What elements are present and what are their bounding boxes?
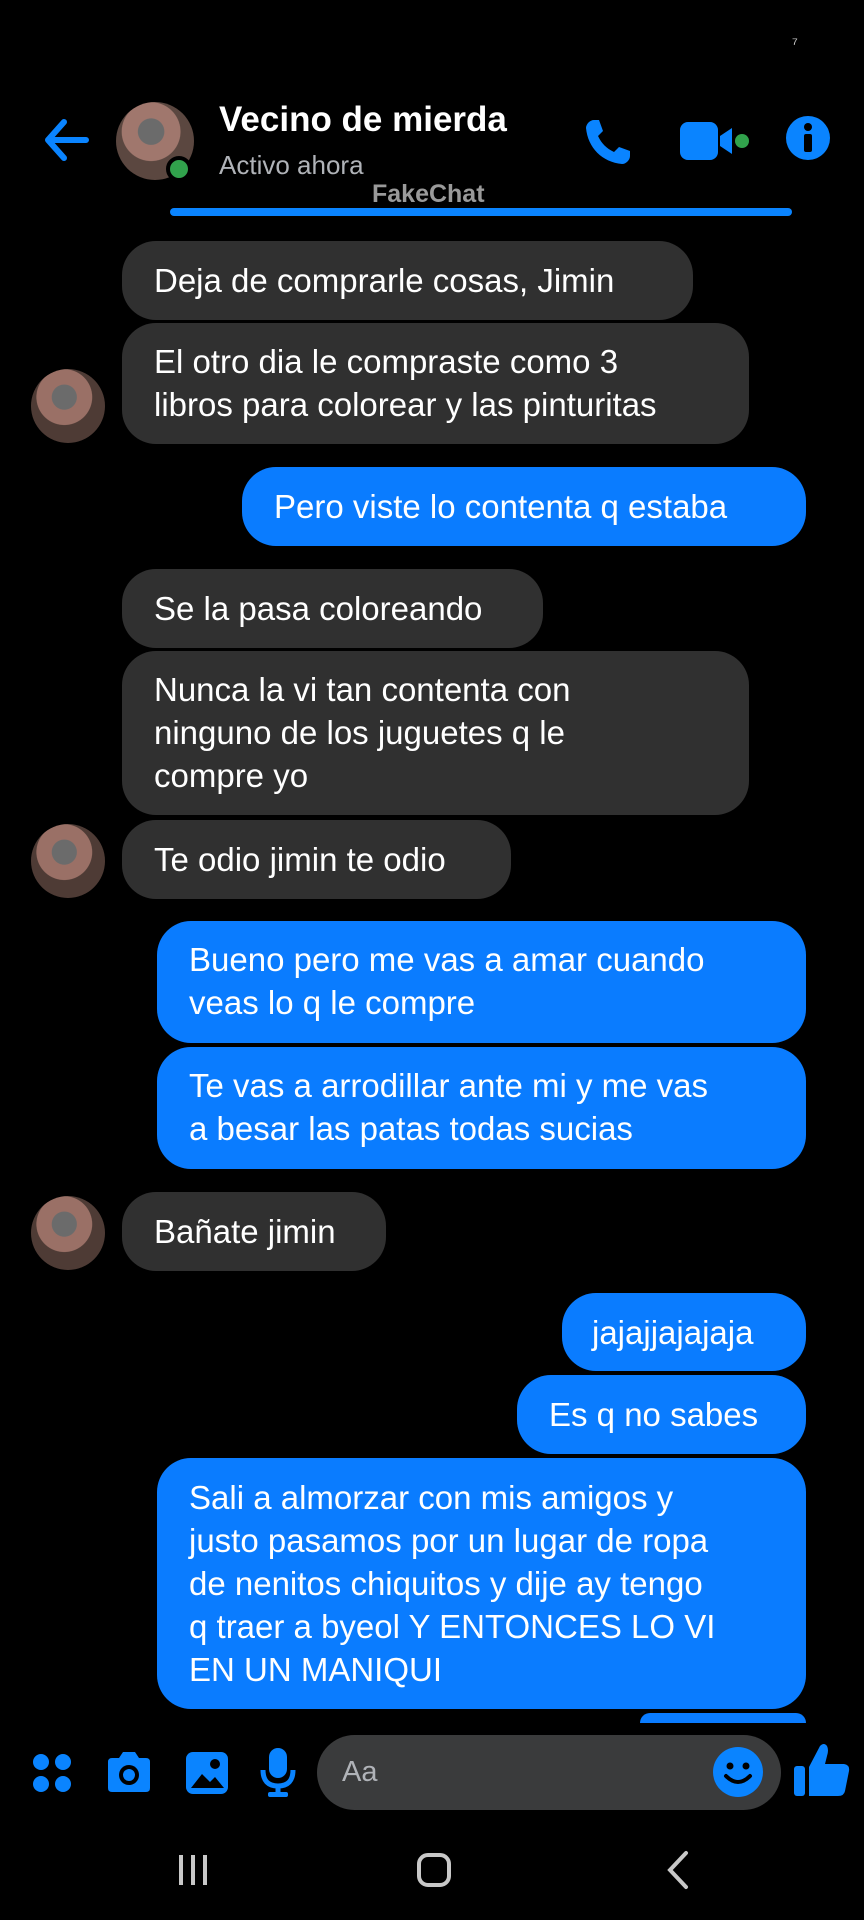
back-nav-icon[interactable] xyxy=(664,1850,692,1890)
sender-avatar[interactable] xyxy=(31,824,105,898)
message-line: jajajjajajaja xyxy=(592,1314,754,1351)
phone-call-icon[interactable] xyxy=(580,114,636,170)
apps-icon[interactable] xyxy=(31,1752,73,1794)
header-divider xyxy=(170,208,792,216)
message-bubble-outgoing[interactable]: Te vas a arrodillar ante mi y me vas a b… xyxy=(157,1047,806,1169)
message-bubble-outgoing[interactable]: Sali a almorzar con mis amigos y justo p… xyxy=(157,1458,806,1709)
message-line: Bueno pero me vas a amar cuando xyxy=(189,941,705,978)
message-bubble-incoming[interactable]: Deja de comprarle cosas, Jimin xyxy=(122,241,693,320)
message-line: compre yo xyxy=(154,757,309,794)
message-line: a besar las patas todas sucias xyxy=(189,1110,633,1147)
message-input-placeholder: Aa xyxy=(342,1756,378,1788)
message-line: Te odio jimin te odio xyxy=(154,841,446,878)
message-line: de nenitos chiquitos y dije ay tengo xyxy=(189,1565,703,1602)
message-line: Sali a almorzar con mis amigos y xyxy=(189,1479,674,1516)
message-bubble-incoming[interactable]: El otro dia le compraste como 3 libros p… xyxy=(122,323,749,444)
message-bubble-outgoing-partial[interactable] xyxy=(640,1713,806,1723)
message-line: libros para colorear y las pinturitas xyxy=(154,386,657,423)
message-line: EN UN MANIQUI xyxy=(189,1651,443,1688)
contact-status: Activo ahora xyxy=(219,150,364,180)
thumbs-up-icon[interactable] xyxy=(792,1740,852,1800)
recent-apps-icon[interactable] xyxy=(176,1853,210,1887)
message-bubble-incoming[interactable]: Bañate jimin xyxy=(122,1192,386,1271)
fakechat-watermark: FakeChat xyxy=(372,180,485,208)
message-line: ninguno de los juguetes q le xyxy=(154,714,565,751)
back-arrow-icon[interactable] xyxy=(40,114,92,166)
video-call-icon[interactable] xyxy=(678,118,750,164)
message-line: Es q no sabes xyxy=(549,1396,759,1433)
message-bubble-outgoing[interactable]: Bueno pero me vas a amar cuando veas lo … xyxy=(157,921,806,1043)
message-line: Nunca la vi tan contenta con xyxy=(154,671,571,708)
home-icon[interactable] xyxy=(416,1852,452,1888)
online-status-dot xyxy=(166,156,192,182)
message-line: justo pasamos por un lugar de ropa xyxy=(189,1522,709,1559)
message-line: Te vas a arrodillar ante mi y me vas xyxy=(189,1067,709,1104)
camera-icon[interactable] xyxy=(104,1750,154,1794)
message-line: Deja de comprarle cosas, Jimin xyxy=(154,262,615,299)
sender-avatar[interactable] xyxy=(31,369,105,443)
gallery-icon[interactable] xyxy=(184,1750,230,1796)
message-line: veas lo q le compre xyxy=(189,984,476,1021)
message-line: Bañate jimin xyxy=(154,1213,336,1250)
message-bubble-incoming[interactable]: Nunca la vi tan contenta con ninguno de … xyxy=(122,651,749,815)
contact-name[interactable]: Vecino de mierda xyxy=(219,100,507,140)
message-line: q traer a byeol Y ENTONCES LO VI xyxy=(189,1608,716,1645)
message-bubble-outgoing[interactable]: Pero viste lo contenta q estaba xyxy=(242,467,806,546)
status-indicator: ⁷ xyxy=(792,36,798,53)
message-line: El otro dia le compraste como 3 xyxy=(154,343,619,380)
emoji-icon[interactable] xyxy=(712,1746,764,1798)
message-bubble-outgoing[interactable]: jajajjajajaja xyxy=(562,1293,806,1371)
message-bubble-outgoing[interactable]: Es q no sabes xyxy=(517,1375,806,1454)
message-line: Pero viste lo contenta q estaba xyxy=(274,488,728,525)
message-bubble-incoming[interactable]: Te odio jimin te odio xyxy=(122,820,511,899)
microphone-icon[interactable] xyxy=(260,1746,296,1798)
info-icon[interactable] xyxy=(784,114,832,162)
sender-avatar[interactable] xyxy=(31,1196,105,1270)
message-bubble-incoming[interactable]: Se la pasa coloreando xyxy=(122,569,543,648)
message-line: Se la pasa coloreando xyxy=(154,590,483,627)
